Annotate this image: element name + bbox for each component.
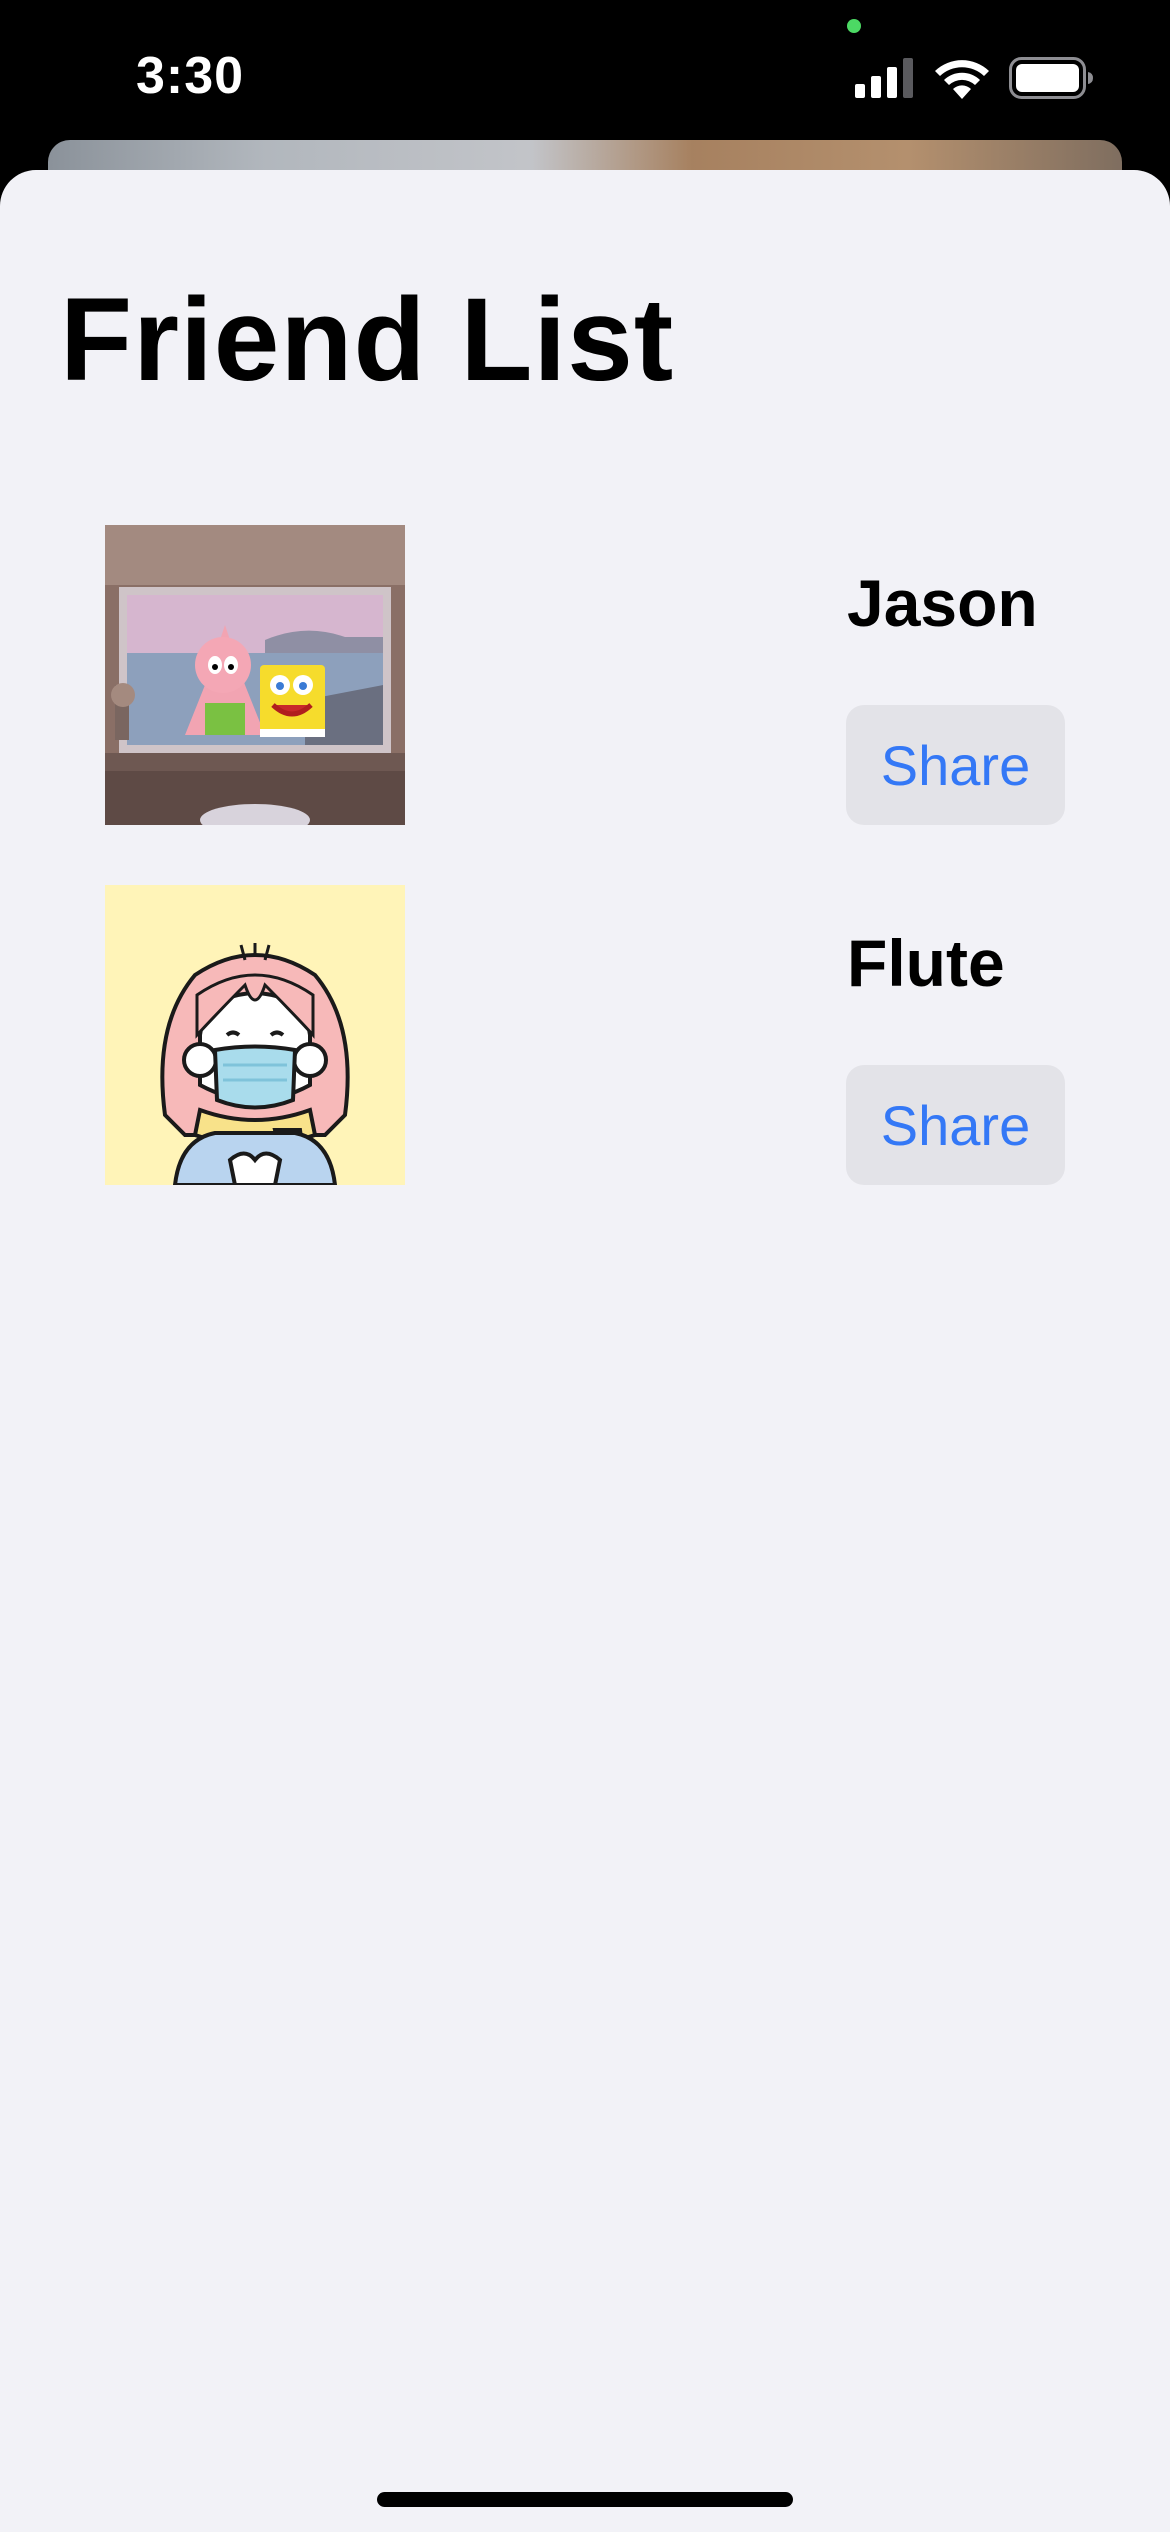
privacy-indicator-dot: [847, 19, 861, 33]
status-bar: 3:30: [0, 0, 1170, 145]
friend-name: Jason: [847, 566, 1038, 640]
friend-name: Flute: [847, 926, 1005, 1000]
status-time: 3:30: [136, 47, 245, 105]
friend-list-sheet: Friend List Jason Share Flute Share: [0, 170, 1170, 2532]
page-title: Friend List: [60, 274, 675, 406]
friend-row: Jason Share: [0, 525, 1170, 825]
battery-icon: [1009, 57, 1093, 99]
cellular-signal-icon: [855, 58, 913, 98]
friend-avatar: [105, 525, 405, 825]
cartoon-characters-at-window-avatar: [105, 525, 405, 825]
wifi-icon: [935, 60, 989, 99]
home-indicator[interactable]: [377, 2492, 793, 2507]
share-button[interactable]: Share: [846, 1065, 1065, 1185]
friend-row: Flute Share: [0, 885, 1170, 1185]
masked-girl-illustration-avatar: [105, 885, 405, 1185]
share-button[interactable]: Share: [846, 705, 1065, 825]
friend-avatar: [105, 885, 405, 1185]
